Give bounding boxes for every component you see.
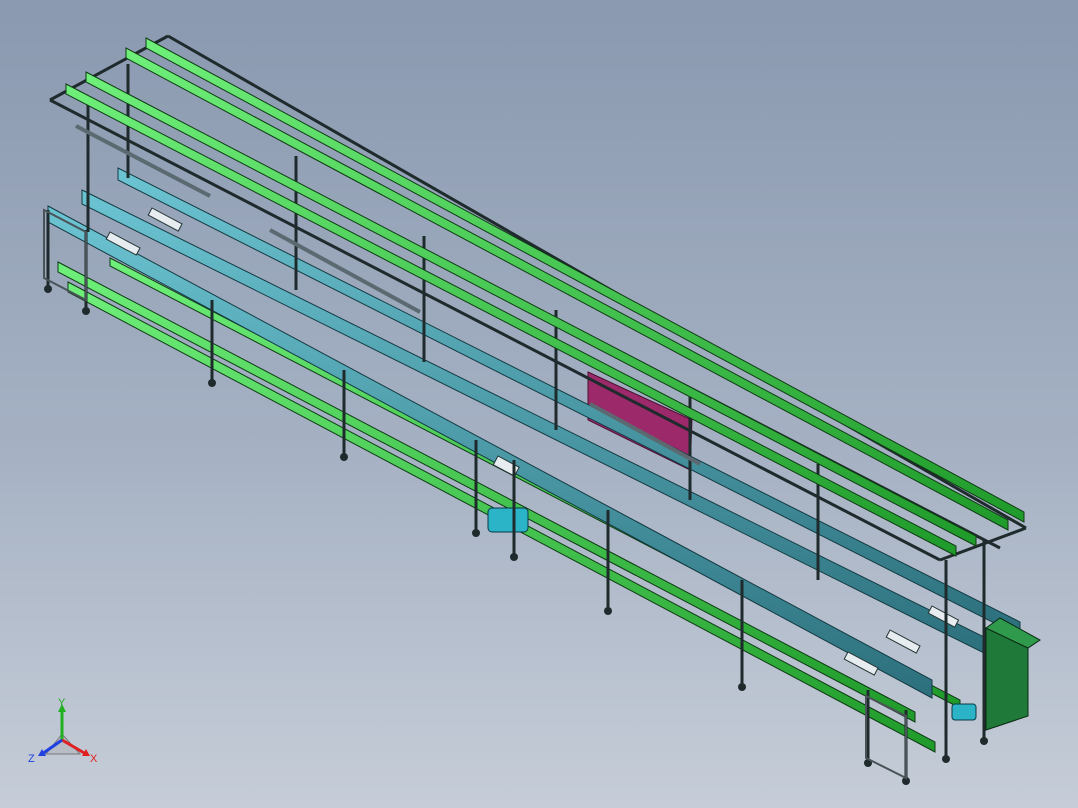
- y-axis-label: Y: [58, 697, 66, 709]
- x-axis-label: X: [90, 753, 98, 765]
- cad-viewport[interactable]: [0, 0, 1078, 808]
- z-axis-label: Z: [28, 753, 35, 765]
- conveyor-line-model[interactable]: [0, 0, 1078, 808]
- control-cabinet: [985, 617, 1041, 731]
- lower-rails: [57, 257, 961, 753]
- upper-frame-uprights: [86, 64, 986, 690]
- axis-triad: Y X Z: [28, 696, 108, 768]
